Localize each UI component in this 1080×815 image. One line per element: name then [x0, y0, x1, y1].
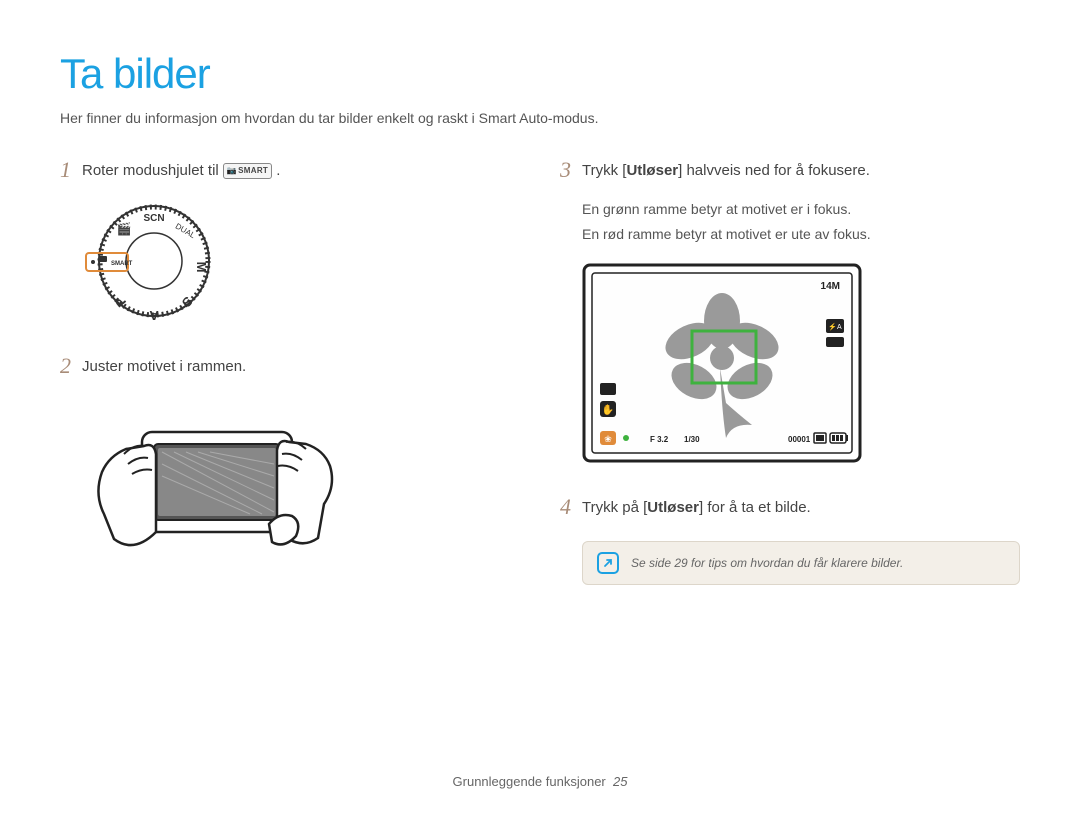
step-number: 4 — [560, 493, 582, 522]
step-1: 1 Roter modushjulet til SMART . — [60, 156, 520, 185]
step-text: Trykk på [Utløser] for å ta et bilde. — [582, 493, 811, 520]
svg-text:🎬: 🎬 — [117, 222, 132, 236]
svg-text:00001: 00001 — [788, 435, 811, 444]
step3-prefix: Trykk [ — [582, 162, 626, 179]
step-text: Trykk [Utløser] halvveis ned for å fokus… — [582, 156, 870, 183]
step3-sub1: En grønn ramme betyr at motivet er i fok… — [582, 199, 1020, 220]
note-box: Se side 29 for tips om hvordan du får kl… — [582, 541, 1020, 585]
step1-prefix: Roter modushjulet til — [82, 162, 223, 179]
svg-text:SMART: SMART — [111, 261, 133, 267]
step3-bold: Utløser — [626, 162, 678, 179]
svg-text:❀: ❀ — [604, 434, 612, 444]
resolution-indicator: 14M — [821, 281, 840, 292]
right-column: 3 Trykk [Utløser] halvveis ned for å fok… — [560, 156, 1020, 585]
content-columns: 1 Roter modushjulet til SMART . SCN 🎬 DU… — [60, 156, 1020, 585]
step4-suffix: ] for å ta et bilde. — [699, 499, 811, 516]
page-title: Ta bilder — [60, 50, 1020, 98]
info-icon — [597, 552, 619, 574]
footer-section: Grunnleggende funksjoner — [453, 774, 606, 789]
mode-dial-illustration: SCN 🎬 DUAL M S A P SMART — [84, 199, 520, 324]
hands-camera-illustration — [84, 394, 520, 584]
step1-suffix: . — [276, 162, 280, 179]
svg-text:F 3.2: F 3.2 — [650, 435, 669, 444]
smart-mode-badge: SMART — [223, 163, 272, 179]
footer-page-number: 25 — [613, 774, 627, 789]
left-column: 1 Roter modushjulet til SMART . SCN 🎬 DU… — [60, 156, 520, 585]
step-text: Juster motivet i rammen. — [82, 352, 246, 379]
step-text: Roter modushjulet til SMART . — [82, 156, 280, 183]
camera-screen-illustration: 14M ⚡A ✋ ❀ F 3.2 1/30 00001 — [582, 263, 1020, 463]
step4-bold: Utløser — [647, 499, 699, 516]
svg-text:M: M — [194, 261, 209, 272]
step-2: 2 Juster motivet i rammen. — [60, 352, 520, 381]
step-number: 1 — [60, 156, 82, 185]
svg-text:✋: ✋ — [602, 403, 614, 416]
svg-text:SCN: SCN — [143, 213, 164, 224]
page-footer: Grunnleggende funksjoner 25 — [0, 774, 1080, 789]
step-3: 3 Trykk [Utløser] halvveis ned for å fok… — [560, 156, 1020, 185]
step-4: 4 Trykk på [Utløser] for å ta et bilde. — [560, 493, 1020, 522]
step3-sub2: En rød ramme betyr at motivet er ute av … — [582, 224, 1020, 245]
svg-text:A: A — [149, 308, 159, 323]
step4-prefix: Trykk på [ — [582, 499, 647, 516]
step-number: 2 — [60, 352, 82, 381]
svg-text:DUAL: DUAL — [174, 221, 197, 240]
svg-text:⚡A: ⚡A — [828, 322, 842, 331]
step-number: 3 — [560, 156, 582, 185]
step3-suffix: ] halvveis ned for å fokusere. — [678, 162, 870, 179]
note-text: Se side 29 for tips om hvordan du får kl… — [631, 556, 903, 570]
page-subtitle: Her finner du informasjon om hvordan du … — [60, 110, 1020, 126]
svg-text:1/30: 1/30 — [684, 435, 700, 444]
